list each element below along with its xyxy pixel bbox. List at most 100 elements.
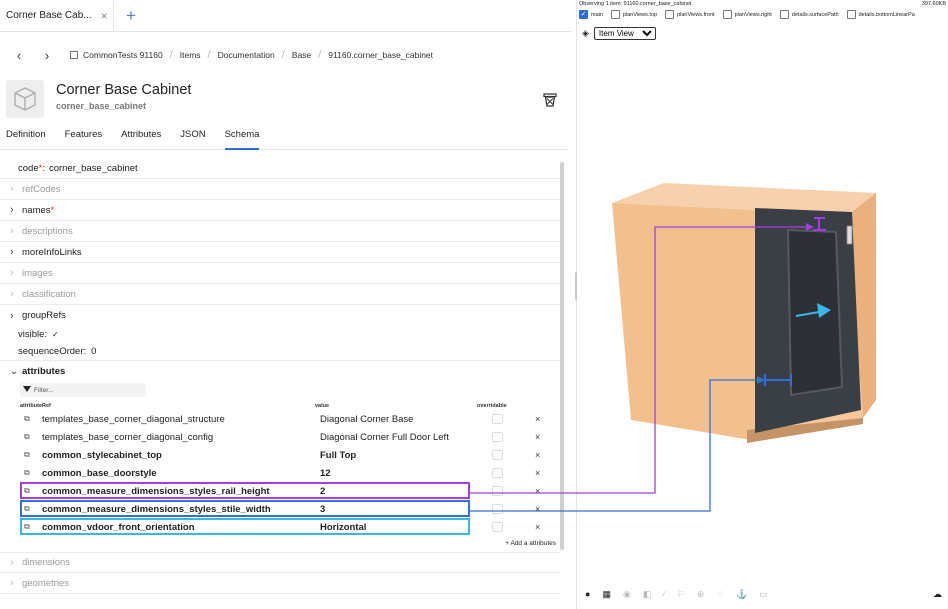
cabinet-3d-render[interactable]	[577, 0, 948, 609]
attribute-name: common_measure_dimensions_styles_rail_he…	[42, 485, 270, 497]
breadcrumb-item[interactable]: CommonTests 91160	[83, 50, 163, 60]
external-link-icon[interactable]: ⧉	[24, 522, 34, 532]
delete-attribute-button[interactable]: ×	[535, 432, 540, 442]
external-link-icon[interactable]: ⧉	[24, 468, 34, 478]
attribute-name: common_base_doorstyle	[42, 467, 157, 479]
section-geometries[interactable]: › geometries	[0, 573, 560, 594]
cloud-icon[interactable]: ☁	[933, 589, 942, 600]
forward-button[interactable]: ›	[40, 48, 54, 63]
tab-json[interactable]: JSON	[180, 124, 205, 150]
vertical-scrollbar[interactable]	[560, 162, 564, 550]
section-refcodes[interactable]: › refCodes	[0, 179, 560, 200]
attribute-value[interactable]: Diagonal Corner Full Door Left	[320, 432, 492, 443]
attribute-name: common_vdoor_front_orientation	[42, 521, 195, 533]
table-row[interactable]: ⧉ common_measure_dimensions_styles_stile…	[0, 500, 560, 518]
document-icon	[70, 51, 78, 59]
table-row[interactable]: ⧉ templates_base_corner_diagonal_structu…	[0, 410, 560, 428]
overridable-checkbox[interactable]	[492, 450, 503, 460]
breadcrumb-item[interactable]: Base	[292, 50, 311, 60]
palette-icon[interactable]: ●	[585, 589, 590, 599]
overridable-checkbox[interactable]	[492, 504, 503, 514]
breadcrumb-item[interactable]: 91160.corner_base_cabinet	[328, 50, 433, 60]
close-icon[interactable]: ×	[101, 9, 108, 23]
brush-icon[interactable]: ∕	[663, 589, 665, 599]
tab-schema[interactable]: Schema	[224, 124, 260, 150]
chevron-right-icon: ›	[10, 556, 14, 569]
tab-attributes[interactable]: Attributes	[121, 124, 161, 150]
tab-definition[interactable]: Definition	[6, 124, 46, 150]
attribute-value[interactable]: Diagonal Corner Base	[320, 414, 492, 425]
tab-features[interactable]: Features	[65, 124, 103, 150]
trash-icon	[543, 93, 557, 107]
overridable-checkbox[interactable]	[492, 432, 503, 442]
delete-attribute-button[interactable]: ×	[535, 522, 540, 532]
section-images[interactable]: › images	[0, 263, 560, 284]
flag-icon[interactable]: ⚐	[677, 589, 685, 600]
required-mark: *	[50, 204, 55, 216]
external-link-icon[interactable]: ⧉	[24, 432, 34, 442]
attribute-value[interactable]: 3	[320, 504, 492, 515]
back-button[interactable]: ‹	[12, 48, 26, 63]
section-label: descriptions	[22, 225, 73, 237]
attribute-name: templates_base_corner_diagonal_config	[42, 431, 214, 443]
breadcrumb-separator: /	[169, 49, 173, 61]
filter-input[interactable]: Filter...	[20, 383, 146, 397]
section-dimensions[interactable]: › dimensions	[0, 552, 560, 573]
overridable-checkbox[interactable]	[492, 468, 503, 478]
anchor-icon[interactable]: ⚓	[736, 589, 747, 600]
new-tab-button[interactable]: +	[126, 6, 136, 26]
delete-attribute-button[interactable]: ×	[535, 504, 540, 514]
item-header: Corner Base Cabinet corner_base_cabinet	[6, 80, 566, 120]
breadcrumb-separator: /	[281, 49, 285, 61]
overridable-checkbox[interactable]	[492, 414, 503, 424]
grid-icon[interactable]: ▦	[602, 589, 611, 600]
external-link-icon[interactable]: ⧉	[24, 486, 34, 496]
page-title: Corner Base Cabinet	[56, 82, 192, 98]
code-value[interactable]: corner_base_cabinet	[49, 163, 138, 174]
attribute-value[interactable]: 12	[320, 468, 492, 479]
overridable-checkbox[interactable]	[492, 486, 503, 496]
external-link-icon[interactable]: ⧉	[24, 504, 34, 514]
section-names[interactable]: › names *	[0, 200, 560, 221]
section-label: dimensions	[22, 557, 71, 568]
section-descriptions[interactable]: › descriptions	[0, 221, 560, 242]
delete-attribute-button[interactable]: ×	[535, 468, 540, 478]
table-row[interactable]: ⧉ common_vdoor_front_orientation Horizon…	[0, 518, 560, 536]
section-classification[interactable]: › classification	[0, 284, 560, 305]
delete-attribute-button[interactable]: ×	[535, 486, 540, 496]
breadcrumb-item[interactable]: Documentation	[218, 50, 275, 60]
target-icon[interactable]: ⊕	[697, 589, 705, 600]
table-row[interactable]: ⧉ common_base_doorstyle 12 ×	[0, 464, 560, 482]
compass-icon[interactable]: ◉	[623, 589, 631, 600]
delete-attribute-button[interactable]: ×	[535, 414, 540, 424]
delete-item-button[interactable]	[542, 92, 558, 113]
chevron-right-icon: ›	[10, 246, 14, 258]
section-grouprefs[interactable]: › groupRefs	[0, 305, 560, 326]
3d-viewer-pane: Observing 1 item: 91160.corner_base_cabi…	[577, 0, 948, 609]
section-label: images	[22, 267, 53, 279]
sequence-value[interactable]: 0	[91, 346, 96, 357]
table-row[interactable]: ⧉ templates_base_corner_diagonal_config …	[0, 428, 560, 446]
door-handle	[846, 225, 853, 245]
table-row[interactable]: ⧉ common_measure_dimensions_styles_rail_…	[0, 482, 560, 500]
overridable-checkbox[interactable]	[492, 522, 503, 532]
add-attribute-button[interactable]: + Add a attributes	[0, 536, 560, 552]
dots-icon[interactable]: ⁘	[716, 589, 724, 600]
table-row[interactable]: ⧉ common_stylecabinet_top Full Top ×	[0, 446, 560, 464]
visible-checkbox[interactable]: ✓	[52, 330, 59, 339]
cube-icon[interactable]: ◧	[643, 589, 652, 600]
attribute-value[interactable]: Full Top	[320, 450, 492, 461]
section-moreinfolinks[interactable]: › moreInfoLinks	[0, 242, 560, 263]
image-icon[interactable]: ▭	[759, 589, 768, 600]
document-tab[interactable]: Corner Base Cab... ×	[0, 0, 114, 32]
attribute-value[interactable]: Horizontal	[320, 522, 492, 533]
filter-placeholder: Filter...	[34, 386, 54, 394]
external-link-icon[interactable]: ⧉	[24, 414, 34, 424]
breadcrumb-item[interactable]: Items	[180, 50, 201, 60]
section-attributes[interactable]: ⌄ attributes	[0, 361, 560, 381]
external-link-icon[interactable]: ⧉	[24, 450, 34, 460]
delete-attribute-button[interactable]: ×	[535, 450, 540, 460]
item-code-subtitle: corner_base_cabinet	[56, 101, 147, 111]
breadcrumb: CommonTests 91160 / Items / Documentatio…	[70, 49, 433, 61]
attribute-value[interactable]: 2	[320, 486, 492, 497]
